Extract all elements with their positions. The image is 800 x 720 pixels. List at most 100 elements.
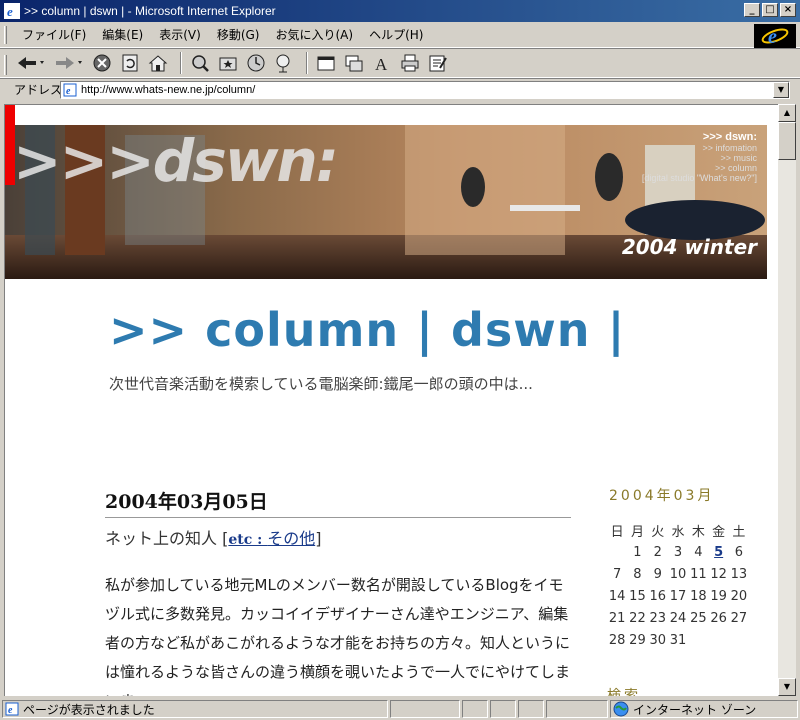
toolbar-separator [180,52,182,74]
calendar-day-linked[interactable]: 5 [708,541,728,563]
calendar-day: 15 [629,588,646,604]
security-zone-pane: インターネット ゾーン [610,700,798,718]
calendar-day: 30 [649,632,667,648]
calendar-day-link[interactable]: 5 [714,545,723,560]
calendar-day: 25 [690,610,707,626]
weekday-label: 火 [651,524,665,540]
edit-button[interactable] [426,51,450,75]
window-title: >> column | dswn | - Microsoft Internet … [24,4,276,18]
toolbar-grip[interactable] [4,55,7,75]
page-title: >> column | dswn | [109,303,626,357]
svg-text:e: e [7,4,13,19]
page-icon: e [63,83,77,97]
print-button[interactable] [398,51,422,75]
menu-edit[interactable]: 編集(E) [94,25,151,45]
calendar-day: 17 [669,588,687,604]
calendar: 日 月 火 水 木 金 土 1 2 3 4 5 6 7 8 9 10 11 12… [607,519,749,651]
scroll-down-button[interactable]: ▼ [778,678,796,696]
mail-button[interactable] [342,51,366,75]
scroll-thumb[interactable] [778,122,796,160]
toolbar-separator [306,52,308,74]
mail-icon [345,55,363,72]
menu-go[interactable]: 移動(G) [209,25,268,45]
ie-window-icon[interactable]: e [4,3,20,19]
vertical-scrollbar[interactable]: ▲ ▼ [778,104,796,696]
calendar-title: 2004年03月 [609,488,715,504]
calendar-day: 2 [653,544,662,560]
calendar-day: 27 [730,610,748,626]
menu-file[interactable]: ファイル(F) [14,25,94,45]
calendar-day: 18 [690,588,707,604]
calendar-day: 24 [669,610,687,626]
calendar-day: 9 [653,566,662,582]
menu-grip[interactable] [4,26,7,44]
scroll-up-button[interactable]: ▲ [778,104,796,122]
menu-favorites[interactable]: お気に入り(A) [267,25,361,45]
calendar-day: 19 [710,588,727,604]
page-subtitle: 次世代音楽活動を模索している電脳楽師:鐵尾一郎の頭の中は... [109,375,533,393]
history-button[interactable] [244,51,268,75]
back-button[interactable] [14,51,48,75]
calendar-day [607,541,627,563]
category-link[interactable]: etc : その他 [228,529,315,548]
status-pane-empty [462,700,488,718]
banner-nav-item[interactable]: >> column [642,163,757,173]
minimize-button[interactable]: _ [744,3,760,17]
favorites-button[interactable] [216,51,240,75]
address-url: http://www.whats-new.ne.jp/column/ [81,84,256,96]
calendar-week: 7 8 9 10 11 12 13 [607,563,749,585]
weekday-label: 木 [691,524,705,540]
stop-icon [93,54,111,72]
title-bar: e >> column | dswn | - Microsoft Interne… [0,0,800,22]
entry-date: 2004年03月05日 [105,487,571,518]
banner-nav-item[interactable]: >> infomation [642,143,757,153]
channels-button[interactable] [272,51,296,75]
favorites-icon [219,57,237,71]
weekday-label: 土 [732,524,746,540]
calendar-weekday-row: 日 月 火 水 木 金 土 [607,519,749,541]
banner-nav-item[interactable]: >> music [642,153,757,163]
window-controls: _ □ × [742,3,796,17]
stop-button[interactable] [90,51,114,75]
calendar-day: 28 [608,632,626,648]
calendar-week: 28 29 30 31 [607,629,749,651]
page-content[interactable]: >>>dswn: >>> dswn: >> infomation >> musi… [4,104,778,696]
address-input[interactable]: e http://www.whats-new.ne.jp/column/ ▼ [60,81,790,99]
status-pane-empty [390,700,460,718]
menu-help[interactable]: ヘルプ(H) [361,25,431,45]
calendar-day: 23 [649,610,667,626]
menu-view[interactable]: 表示(V) [151,25,209,45]
weekday-label: 月 [630,524,644,540]
maximize-button[interactable]: □ [762,3,778,17]
calendar-day: 8 [633,566,642,582]
banner-nav-title: >>> dswn: [702,131,757,143]
status-pane-empty [546,700,608,718]
fullscreen-icon [317,56,335,71]
forward-button[interactable] [52,51,86,75]
channels-icon [276,54,290,73]
fullscreen-button[interactable] [314,51,338,75]
home-button[interactable] [146,51,170,75]
calendar-week: 21 22 23 24 25 26 27 [607,607,749,629]
close-button[interactable]: × [780,3,796,17]
banner-image: >>>dswn: >>> dswn: >> infomation >> musi… [5,105,767,279]
calendar-day [688,629,708,651]
weekday-label: 日 [610,524,624,540]
address-dropdown-button[interactable]: ▼ [773,82,789,98]
calendar-day: 10 [669,566,687,582]
standard-toolbar: A [0,48,800,78]
calendar-week: 14 15 16 17 18 19 20 [607,585,749,607]
calendar-day: 6 [734,544,744,560]
refresh-button[interactable] [118,51,142,75]
calendar-day: 12 [710,566,727,582]
svg-text:e: e [8,705,13,716]
font-icon: A [375,55,388,73]
calendar-day: 26 [710,610,727,626]
calendar-day: 4 [694,544,703,560]
calendar-day [708,629,728,651]
calendar-day [729,629,749,651]
search-button[interactable] [188,51,212,75]
font-button[interactable]: A [370,51,394,75]
calendar-day: 13 [730,566,748,582]
calendar-day: 3 [673,544,683,560]
